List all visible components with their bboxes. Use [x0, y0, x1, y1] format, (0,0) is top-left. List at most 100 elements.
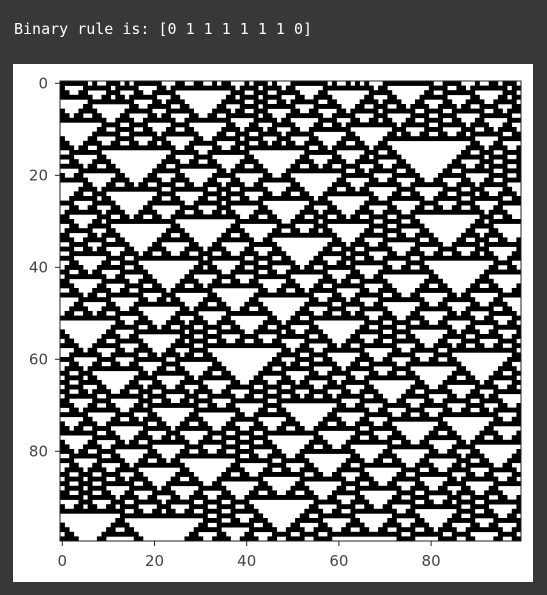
- cell-run: [410, 311, 420, 316]
- cell-run: [161, 292, 176, 298]
- cell-run: [96, 265, 125, 270]
- cell-run: [414, 462, 434, 468]
- cell-run: [198, 375, 236, 381]
- cell-run: [387, 481, 397, 487]
- cell-run: [355, 403, 365, 408]
- cell-run: [442, 407, 453, 413]
- cell-run: [129, 380, 139, 385]
- cell-run: [484, 472, 494, 477]
- cell-run: [424, 127, 443, 132]
- cell-run: [60, 412, 88, 418]
- cell-run: [447, 163, 466, 169]
- cell-run: [78, 108, 98, 114]
- cell-run: [497, 191, 517, 197]
- cell-run: [299, 306, 310, 312]
- cell-run: [401, 122, 430, 128]
- cell-run: [419, 200, 439, 206]
- cell-run: [221, 232, 231, 238]
- cell-run: [456, 182, 476, 188]
- cell-run: [184, 393, 199, 399]
- cell-run: [156, 504, 171, 510]
- cell-run: [465, 453, 485, 459]
- cell-run: [507, 108, 522, 114]
- cell-run: [387, 499, 416, 505]
- cell-run: [133, 90, 144, 96]
- cell-run: [216, 104, 227, 109]
- cell-run: [327, 99, 337, 105]
- cell-run: [359, 232, 388, 238]
- cell-run: [216, 196, 231, 201]
- cell-run: [419, 228, 430, 234]
- cell-run: [147, 352, 158, 358]
- cell-run: [96, 458, 125, 464]
- y-tick-label: 60: [29, 350, 48, 368]
- cell-run: [156, 366, 167, 372]
- cell-run: [207, 246, 227, 252]
- cell-run: [267, 127, 277, 132]
- cell-run: [414, 232, 434, 238]
- cell-run: [456, 85, 466, 91]
- cell-run: [69, 223, 79, 229]
- cell-run: [216, 186, 231, 192]
- cell-run: [193, 136, 204, 142]
- cell-run: [493, 481, 522, 487]
- cell-run: [497, 338, 517, 344]
- cell-run: [428, 449, 439, 454]
- cell-run: [225, 228, 245, 234]
- cell-run: [382, 117, 393, 123]
- cell-run: [308, 200, 333, 206]
- cell-run: [60, 292, 84, 298]
- cell-run: [461, 104, 471, 109]
- cell-run: [493, 435, 503, 441]
- x-tick-label: 80: [422, 552, 441, 570]
- cell-run: [60, 140, 70, 146]
- cell-run: [60, 315, 121, 321]
- cell-run: [438, 104, 457, 109]
- cell-run: [96, 357, 116, 362]
- cell-run: [258, 407, 268, 413]
- cell-run: [368, 90, 393, 96]
- cell-run: [507, 458, 522, 464]
- cell-run: [493, 389, 522, 395]
- cell-run: [142, 117, 176, 123]
- cell-run: [161, 324, 171, 330]
- cell-run: [124, 108, 153, 114]
- cell-run: [378, 85, 388, 91]
- cell-run: [239, 85, 259, 91]
- cell-run: [60, 343, 79, 349]
- cell-run: [184, 508, 194, 514]
- cell-run: [272, 449, 282, 454]
- cell-run: [115, 338, 144, 344]
- cell-run: [96, 449, 116, 454]
- cell-run: [470, 140, 480, 146]
- cell-run: [387, 518, 397, 523]
- cell-run: [359, 288, 370, 293]
- cell-run: [438, 173, 466, 178]
- cell-run: [433, 426, 453, 431]
- cell-run: [401, 467, 420, 473]
- cell-run: [285, 85, 296, 91]
- cell-run: [507, 384, 517, 390]
- cell-run: [285, 320, 314, 326]
- cell-run: [156, 191, 176, 197]
- cell-run: [341, 462, 351, 468]
- cell-run: [96, 311, 107, 316]
- cell-run: [166, 347, 176, 353]
- cell-run: [424, 499, 434, 505]
- cell-run: [479, 430, 499, 436]
- cell-run: [138, 343, 148, 349]
- cell-run: [235, 430, 254, 436]
- cell-run: [221, 99, 245, 105]
- cell-run: [327, 297, 347, 303]
- cell-run: [60, 370, 70, 376]
- cell-run: [198, 251, 213, 257]
- cell-run: [359, 398, 388, 404]
- cell-run: [391, 320, 411, 326]
- cell-run: [304, 265, 314, 270]
- cell-run: [142, 453, 162, 459]
- cell-run: [106, 255, 125, 261]
- cell-run: [60, 269, 70, 275]
- cell-run: [170, 297, 181, 303]
- cell-run: [138, 389, 153, 395]
- cell-run: [221, 426, 241, 431]
